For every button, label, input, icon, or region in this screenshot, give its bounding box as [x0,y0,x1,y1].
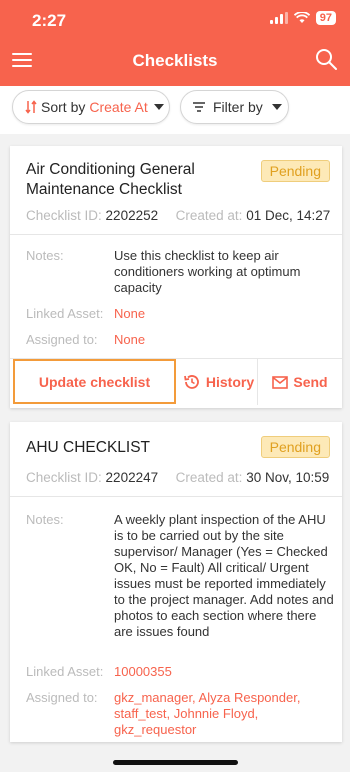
send-button[interactable]: Send [260,359,340,405]
status-badge: Pending [260,160,330,182]
assigned-to-value: None [114,332,146,347]
sort-value: Create At [89,99,148,115]
history-icon [183,375,199,389]
linked-asset-label: Linked Asset: [26,306,104,321]
checklist-id-label: Checklist ID: [26,208,102,223]
created-at-label: Created at: [175,208,243,223]
card-actions: Update checklist History Send [10,358,342,405]
filter-icon [193,102,205,112]
checklist-meta: Checklist ID: 2202247 Created at: 30 Nov… [26,470,329,485]
app-header: 2:27 97 Checklists [0,0,350,86]
checklist-card[interactable]: Air Conditioning General Maintenance Che… [10,146,342,408]
checklist-title: Air Conditioning General Maintenance Che… [26,161,195,198]
battery-indicator: 97 [315,11,336,25]
chevron-down-icon [153,104,164,110]
notes-text: Use this checklist to keep air condition… [114,248,301,295]
created-at-label: Created at: [175,470,243,485]
divider [10,234,342,235]
notes-label: Notes: [26,248,64,263]
linked-asset-label: Linked Asset: [26,664,104,679]
filter-dropdown[interactable]: Filter by [180,90,289,124]
checklist-meta: Checklist ID: 2202252 Created at: 01 Dec… [26,208,330,223]
sort-dropdown[interactable]: Sort by Create At [12,90,170,124]
divider [10,496,342,497]
checklist-id: 2202252 [105,208,159,223]
checklist-card[interactable]: AHU CHECKLIST Pending Checklist ID: 2202… [10,422,342,742]
search-icon[interactable] [314,47,338,71]
wifi-icon [293,12,310,23]
checklist-id-label: Checklist ID: [26,470,102,485]
created-at: 01 Dec, 14:27 [246,208,331,223]
history-button[interactable]: History [180,359,258,405]
assigned-to-label: Assigned to: [26,690,98,705]
chevron-down-icon [271,104,282,110]
send-label: Send [293,374,328,390]
assigned-to-label: Assigned to: [26,332,98,347]
notes-text: A weekly plant inspection of the AHU is … [114,512,334,639]
filter-bar: Sort by Create At Filter by [0,86,350,134]
update-checklist-button[interactable]: Update checklist [13,359,176,404]
home-indicator [113,760,238,765]
created-at: 30 Nov, 10:59 [246,470,330,485]
sort-label: Sort by [41,99,86,115]
history-label: History [205,374,255,390]
linked-asset-value[interactable]: None [114,306,336,322]
mail-icon [272,375,289,389]
status-badge: Pending [260,436,330,458]
sort-icon [25,100,37,114]
status-icons: 97 [269,11,336,25]
assigned-to-value: gkz_manager, Alyza Responder, staff_test… [114,690,301,737]
status-time: 2:27 [32,11,67,30]
checklist-title: AHU CHECKLIST [26,439,151,456]
filter-label: Filter by [213,99,263,115]
page-title: Checklists [132,51,218,70]
linked-asset-value[interactable]: 10000355 [114,664,336,680]
signal-icon [269,12,288,24]
notes-label: Notes: [26,512,64,527]
checklist-id: 2202247 [105,470,159,485]
